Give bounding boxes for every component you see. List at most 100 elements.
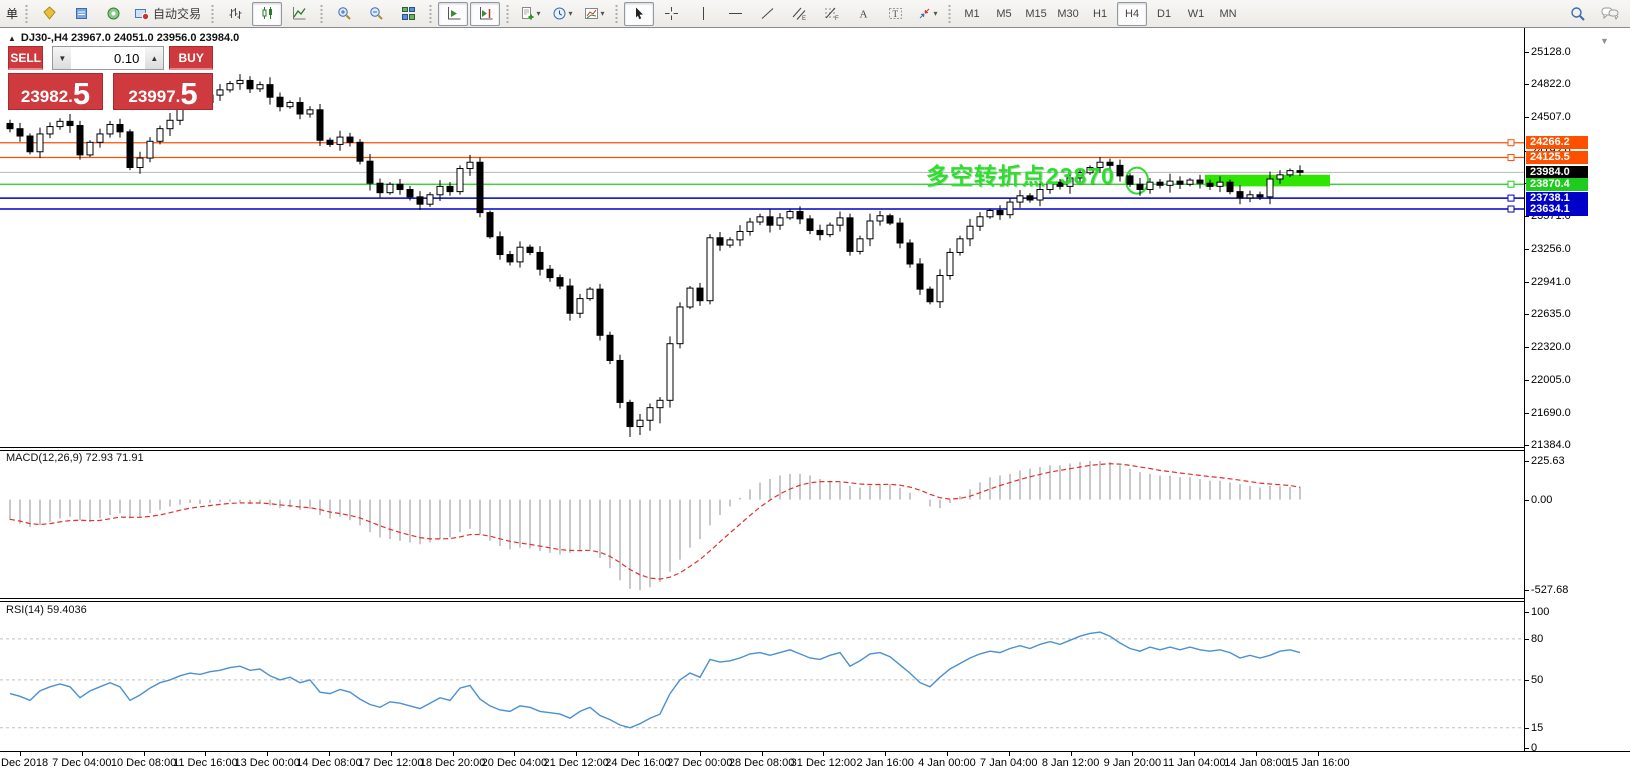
timeframe-h1-button[interactable]: H1 bbox=[1085, 2, 1115, 26]
price-chart-canvas[interactable] bbox=[0, 28, 1524, 447]
timeframe-h4-button[interactable]: H4 bbox=[1117, 2, 1147, 26]
time-tick bbox=[329, 752, 330, 756]
toolbar-grip[interactable] bbox=[319, 4, 324, 24]
line-drag-handle[interactable] bbox=[1508, 195, 1514, 201]
chevron-down-icon[interactable]: ▾ bbox=[601, 9, 605, 18]
time-label: 14 Dec 08:00 bbox=[296, 757, 361, 769]
time-tick bbox=[638, 752, 639, 756]
time-tick bbox=[20, 752, 21, 756]
line-drag-handle[interactable] bbox=[1508, 140, 1514, 146]
time-tick bbox=[885, 752, 886, 756]
navigator-icon[interactable] bbox=[98, 2, 128, 26]
line-drag-handle[interactable] bbox=[1508, 181, 1514, 187]
timeframe-m1-button[interactable]: M1 bbox=[957, 2, 987, 26]
price-tick-label: 22320.0 bbox=[1531, 341, 1571, 353]
channel-icon[interactable]: E bbox=[784, 2, 814, 26]
timeframe-mn-button[interactable]: MN bbox=[1213, 2, 1243, 26]
autotrading-button[interactable]: 自动交易 bbox=[130, 2, 205, 26]
market-watch-icon[interactable] bbox=[66, 2, 96, 26]
toolbar-grip[interactable] bbox=[505, 4, 510, 24]
line-drag-handle[interactable] bbox=[1508, 206, 1514, 212]
time-tick bbox=[1318, 752, 1319, 756]
zoom-out-icon[interactable] bbox=[361, 2, 391, 26]
price-axis[interactable]: 25128.024822.024507.024192.023886.023571… bbox=[1524, 28, 1630, 751]
turning-point-annotation[interactable]: 多空转折点23870 bbox=[926, 157, 1115, 191]
time-label: 10 Dec 08:00 bbox=[111, 757, 176, 769]
auto-scroll-icon[interactable] bbox=[438, 2, 468, 26]
time-tick bbox=[267, 752, 268, 756]
timeframe-label: H4 bbox=[1125, 8, 1139, 20]
trendline-icon[interactable] bbox=[752, 2, 782, 26]
level-price-badge[interactable]: 23870.4 bbox=[1526, 178, 1588, 191]
new-order-icon[interactable] bbox=[34, 2, 64, 26]
zoom-in-icon[interactable] bbox=[329, 2, 359, 26]
sell-price[interactable]: 23982. 5 bbox=[8, 73, 103, 110]
time-axis[interactable]: 5 Dec 20187 Dec 04:0010 Dec 08:0011 Dec … bbox=[0, 751, 1630, 773]
time-label: 11 Jan 04:00 bbox=[1163, 757, 1226, 769]
rsi-tick-label: 80 bbox=[1531, 633, 1543, 645]
toolbar-grip[interactable] bbox=[428, 4, 433, 24]
timeframe-m5-button[interactable]: M5 bbox=[989, 2, 1019, 26]
macd-label: MACD(12,26,9) 72.93 71.91 bbox=[6, 452, 144, 464]
volume-input[interactable]: 0.10 bbox=[71, 47, 145, 69]
horizontal-line-icon[interactable] bbox=[720, 2, 750, 26]
chevron-down-icon[interactable]: ▾ bbox=[934, 9, 938, 18]
time-label: 11 Dec 16:00 bbox=[173, 757, 238, 769]
chevron-down-icon[interactable]: ▾ bbox=[537, 9, 541, 18]
timeframe-label: M5 bbox=[996, 8, 1011, 20]
level-price-badge[interactable]: 24125.5 bbox=[1526, 151, 1588, 164]
chart-shift-icon[interactable] bbox=[470, 2, 500, 26]
bar-chart-icon[interactable] bbox=[220, 2, 250, 26]
timeframe-label: M15 bbox=[1025, 8, 1046, 20]
toolbar-grip[interactable] bbox=[947, 4, 952, 24]
svg-text:A: A bbox=[859, 9, 867, 21]
text-label-icon[interactable]: T bbox=[880, 2, 910, 26]
line-chart-icon[interactable] bbox=[284, 2, 314, 26]
fibonacci-icon[interactable]: F bbox=[816, 2, 846, 26]
time-label: 18 Dec 20:00 bbox=[420, 757, 485, 769]
chat-icon[interactable] bbox=[1595, 2, 1625, 26]
crosshair-icon[interactable] bbox=[656, 2, 686, 26]
time-label: 7 Dec 04:00 bbox=[52, 757, 111, 769]
level-price-badge[interactable]: 24266.2 bbox=[1526, 136, 1588, 149]
price-tick-label: 25128.0 bbox=[1531, 46, 1571, 58]
timeframe-d1-button[interactable]: D1 bbox=[1149, 2, 1179, 26]
line-drag-handle[interactable] bbox=[1508, 154, 1514, 160]
collapse-panel-icon[interactable]: ▲ bbox=[8, 34, 16, 43]
time-label: 21 Dec 12:00 bbox=[543, 757, 608, 769]
text-icon[interactable]: A bbox=[848, 2, 878, 26]
timeframe-m15-button[interactable]: M15 bbox=[1021, 2, 1051, 26]
indicators-icon[interactable]: ▾ bbox=[515, 2, 545, 26]
toolbar-grip[interactable] bbox=[210, 4, 215, 24]
cursor-icon[interactable] bbox=[624, 2, 654, 26]
tile-windows-icon[interactable] bbox=[393, 2, 423, 26]
toolbar-grip[interactable] bbox=[614, 4, 619, 24]
rsi-tick-label: 50 bbox=[1531, 674, 1543, 686]
toolbar-grip[interactable] bbox=[24, 4, 29, 24]
level-price-badge[interactable]: 23634.1 bbox=[1526, 203, 1588, 216]
sell-price-pip: 5 bbox=[73, 81, 90, 107]
timeframe-m30-button[interactable]: M30 bbox=[1053, 2, 1083, 26]
sell-button[interactable]: SELL bbox=[8, 46, 43, 70]
templates-icon[interactable]: ▾ bbox=[579, 2, 609, 26]
time-tick bbox=[514, 752, 515, 756]
price-tick-label: 24822.0 bbox=[1531, 78, 1571, 90]
buy-button[interactable]: BUY bbox=[169, 46, 213, 70]
time-tick bbox=[1071, 752, 1072, 756]
search-icon[interactable] bbox=[1563, 2, 1593, 26]
chevron-down-icon[interactable]: ▾ bbox=[569, 9, 573, 18]
volume-up-icon[interactable]: ▲ bbox=[145, 47, 163, 69]
volume-down-icon[interactable]: ▼ bbox=[53, 47, 71, 69]
main-toolbar: 单 自动交易 ▾ ▾ ▾ EF A T ▾ M1 M5 M15 M30H1 H4 D1W1MN bbox=[0, 0, 1630, 28]
arrows-icon[interactable]: ▾ bbox=[912, 2, 942, 26]
candlestick-chart-icon[interactable] bbox=[252, 2, 282, 26]
time-label: 15 Jan 16:00 bbox=[1286, 757, 1350, 769]
vertical-line-icon[interactable] bbox=[688, 2, 718, 26]
axis-corner-marker-icon: ▼ bbox=[1600, 36, 1609, 46]
periods-icon[interactable]: ▾ bbox=[547, 2, 577, 26]
chart-window: ▲ DJ30-,H4 23967.0 24051.0 23956.0 23984… bbox=[0, 28, 1630, 773]
price-tick-label: 22941.0 bbox=[1531, 276, 1571, 288]
buy-price[interactable]: 23997. 5 bbox=[113, 73, 213, 110]
new-order-label[interactable]: 单 bbox=[6, 5, 18, 22]
timeframe-w1-button[interactable]: W1 bbox=[1181, 2, 1211, 26]
